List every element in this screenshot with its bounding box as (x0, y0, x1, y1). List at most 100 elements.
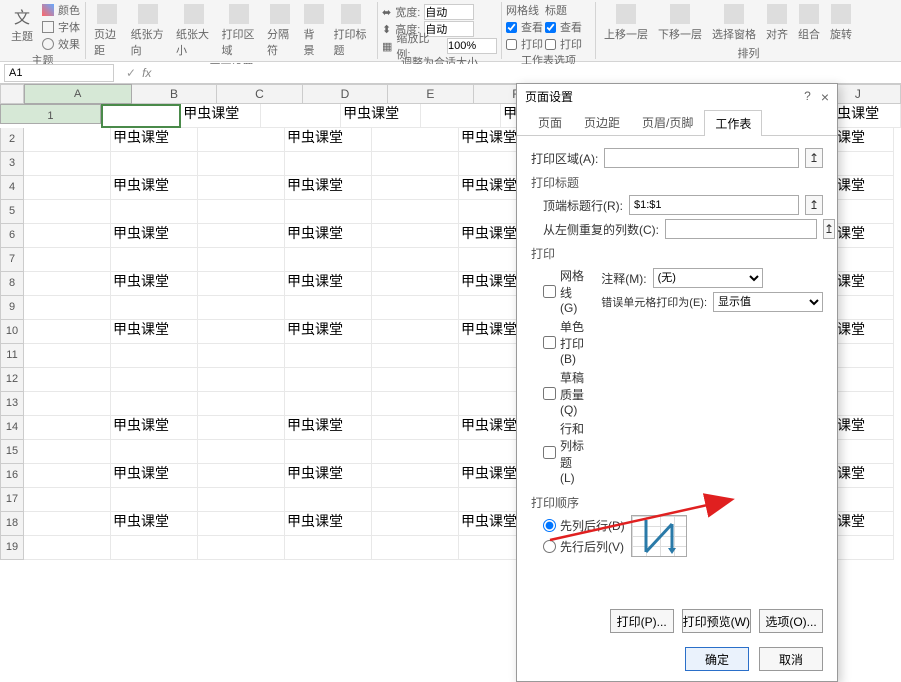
row-header-19[interactable]: 19 (0, 536, 24, 560)
gridlines-print-chk[interactable] (506, 39, 517, 50)
dialog-help-button[interactable]: ? (804, 89, 811, 105)
cell[interactable] (24, 416, 111, 440)
cell[interactable]: 甲虫课堂 (285, 464, 372, 488)
row-header-1[interactable]: 1 (0, 104, 101, 124)
cell[interactable] (24, 368, 111, 392)
cell[interactable] (372, 224, 459, 248)
cell[interactable]: 甲虫课堂 (285, 512, 372, 536)
col-header-A[interactable]: A (24, 84, 132, 104)
cell[interactable] (372, 272, 459, 296)
selection-pane-button[interactable]: 选择窗格 (708, 2, 760, 44)
margins-button[interactable]: 页边距 (90, 2, 125, 60)
dialog-close-button[interactable]: × (821, 89, 829, 105)
row-header-3[interactable]: 3 (0, 152, 24, 176)
row-header-18[interactable]: 18 (0, 512, 24, 536)
errors-select[interactable]: 显示值 (713, 292, 823, 312)
cell[interactable] (372, 176, 459, 200)
cell[interactable] (24, 488, 111, 512)
scale-width-input[interactable] (424, 4, 474, 20)
cell[interactable]: 甲虫课堂 (285, 272, 372, 296)
tab-3[interactable]: 工作表 (704, 110, 762, 136)
cell[interactable] (198, 464, 285, 488)
cell[interactable] (285, 248, 372, 272)
cell[interactable] (198, 320, 285, 344)
cell[interactable] (111, 296, 198, 320)
bw-checkbox[interactable] (543, 336, 556, 349)
row-header-17[interactable]: 17 (0, 488, 24, 512)
print-area-button[interactable]: 打印区域 (218, 2, 261, 60)
tab-0[interactable]: 页面 (527, 109, 573, 135)
tab-1[interactable]: 页边距 (573, 109, 631, 135)
cell[interactable] (198, 392, 285, 416)
cell[interactable] (24, 320, 111, 344)
row-header-9[interactable]: 9 (0, 296, 24, 320)
cell[interactable] (111, 488, 198, 512)
order-over-radio[interactable] (543, 540, 556, 553)
cell[interactable] (198, 536, 285, 560)
cell[interactable] (372, 416, 459, 440)
cell[interactable] (372, 344, 459, 368)
formula-input[interactable] (157, 64, 897, 82)
cell[interactable] (372, 488, 459, 512)
tab-2[interactable]: 页眉/页脚 (631, 109, 704, 135)
theme-colors-btn[interactable]: 颜色 (42, 2, 80, 18)
cell[interactable] (24, 512, 111, 536)
size-button[interactable]: 纸张大小 (172, 2, 215, 60)
cell[interactable] (198, 152, 285, 176)
options-button[interactable]: 选项(O)... (759, 609, 823, 633)
print-button[interactable]: 打印(P)... (610, 609, 674, 633)
cell[interactable] (198, 248, 285, 272)
select-all-corner[interactable] (0, 84, 24, 104)
cell[interactable] (198, 224, 285, 248)
group-button[interactable]: 组合 (794, 2, 824, 44)
cell[interactable] (24, 296, 111, 320)
cell[interactable] (198, 344, 285, 368)
send-backward-button[interactable]: 下移一层 (654, 2, 706, 44)
cell[interactable]: 甲虫课堂 (285, 224, 372, 248)
cell[interactable] (111, 344, 198, 368)
cell[interactable] (198, 512, 285, 536)
name-box[interactable] (4, 64, 114, 82)
cell[interactable] (285, 368, 372, 392)
cell[interactable] (24, 224, 111, 248)
cell[interactable] (111, 440, 198, 464)
print-area-ref-button[interactable]: ↥ (805, 148, 823, 168)
cell[interactable]: 甲虫课堂 (285, 176, 372, 200)
print-preview-button[interactable]: 打印预览(W) (682, 609, 751, 633)
align-button[interactable]: 对齐 (762, 2, 792, 44)
left-cols-input[interactable] (665, 219, 817, 239)
cell[interactable] (24, 128, 111, 152)
cell[interactable]: 甲虫课堂 (111, 224, 198, 248)
cell[interactable] (111, 200, 198, 224)
fx-icon[interactable]: fx (142, 66, 151, 80)
cell[interactable]: 甲虫课堂 (111, 512, 198, 536)
print-area-input[interactable] (604, 148, 799, 168)
cell[interactable] (24, 248, 111, 272)
row-header-8[interactable]: 8 (0, 272, 24, 296)
row-header-12[interactable]: 12 (0, 368, 24, 392)
row-header-7[interactable]: 7 (0, 248, 24, 272)
comments-select[interactable]: (无) (653, 268, 763, 288)
cell[interactable]: 甲虫课堂 (285, 416, 372, 440)
cell[interactable] (111, 536, 198, 560)
cell[interactable] (372, 152, 459, 176)
col-header-B[interactable]: B (132, 84, 217, 104)
top-rows-input[interactable] (629, 195, 799, 215)
gridlines-checkbox[interactable] (543, 285, 556, 298)
rowcol-checkbox[interactable] (543, 446, 556, 459)
breaks-button[interactable]: 分隔符 (263, 2, 298, 60)
cell[interactable] (24, 272, 111, 296)
col-header-C[interactable]: C (217, 84, 302, 104)
cell[interactable] (285, 200, 372, 224)
row-header-14[interactable]: 14 (0, 416, 24, 440)
orientation-button[interactable]: 纸张方向 (127, 2, 170, 60)
cell[interactable] (285, 344, 372, 368)
cell[interactable] (372, 512, 459, 536)
row-header-15[interactable]: 15 (0, 440, 24, 464)
cell[interactable] (198, 176, 285, 200)
cell[interactable]: 甲虫课堂 (285, 320, 372, 344)
cell[interactable]: 甲虫课堂 (111, 416, 198, 440)
row-header-10[interactable]: 10 (0, 320, 24, 344)
cell[interactable] (198, 488, 285, 512)
order-down-radio[interactable] (543, 519, 556, 532)
